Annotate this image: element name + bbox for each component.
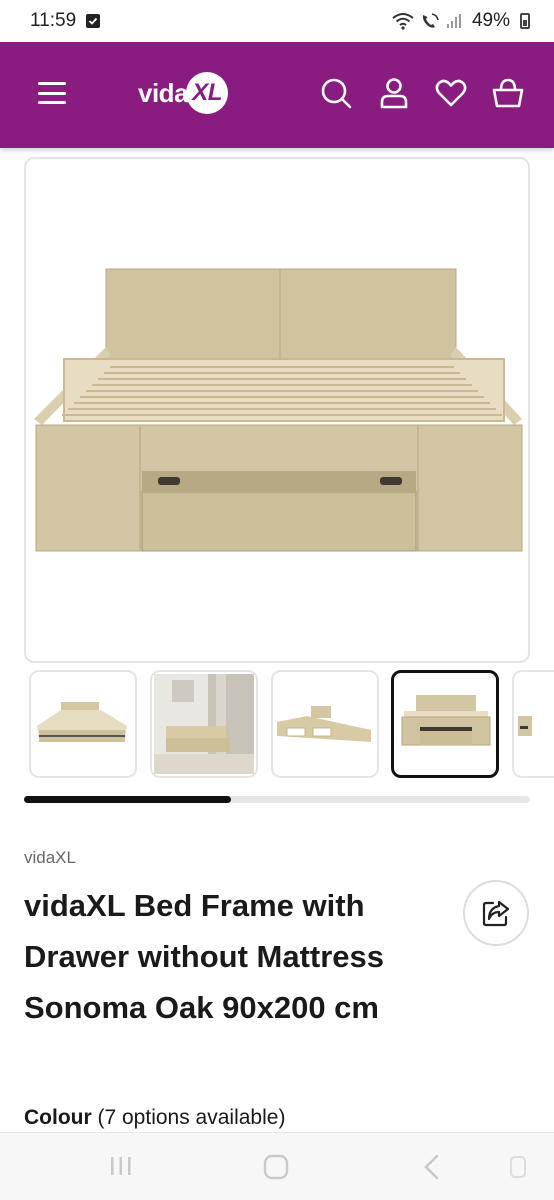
status-time: 11:59 [30, 10, 77, 31]
signal-icon [446, 14, 461, 28]
colour-options-count: (7 options available) [97, 1106, 286, 1129]
product-main-image[interactable] [24, 157, 530, 663]
status-icons [392, 12, 462, 30]
colour-selector-label: Colour (7 options available) [24, 1106, 285, 1130]
thumbnail-3[interactable] [271, 670, 379, 778]
share-icon [482, 900, 510, 927]
cart-basket-icon[interactable] [491, 76, 525, 110]
battery-percent: 49% [471, 10, 510, 31]
product-title-line: vidaXL Bed Frame with [24, 888, 365, 923]
thumbnail-5[interactable] [512, 670, 554, 778]
system-nav-bar [0, 1132, 554, 1200]
share-button[interactable] [463, 880, 529, 946]
thumbnail-1[interactable] [29, 670, 137, 778]
account-icon[interactable] [377, 76, 411, 110]
logo-text: vida [138, 77, 189, 108]
checkbox-notification-icon [86, 14, 101, 28]
app-header: vida XL [0, 42, 554, 148]
search-icon[interactable] [319, 76, 353, 110]
recent-apps-icon[interactable] [108, 1153, 134, 1184]
back-icon[interactable] [420, 1153, 444, 1186]
gallery-scroll-progress [24, 796, 232, 803]
logo-badge: XL [186, 72, 229, 114]
status-bar: 11:59 49% [0, 0, 554, 42]
vidaxl-logo[interactable]: vida XL [138, 72, 229, 114]
product-title-line: Sonoma Oak 90x200 cm [24, 990, 379, 1025]
wifi-icon [392, 13, 414, 30]
wifi-call-icon [422, 13, 439, 28]
colour-label: Colour [24, 1106, 92, 1129]
thumbnail-strip[interactable] [29, 670, 554, 780]
wishlist-heart-icon[interactable] [434, 76, 468, 110]
product-brand[interactable]: vidaXL [24, 848, 76, 868]
bed-frame-illustration [34, 268, 523, 552]
thumbnail-2[interactable] [150, 670, 258, 778]
product-title-line: Drawer without Mattress [24, 939, 385, 974]
assistant-icon[interactable] [508, 1153, 528, 1186]
battery-icon [520, 13, 530, 29]
gallery-scroll-indicator [24, 796, 530, 803]
thumbnail-4-active[interactable] [391, 670, 499, 778]
status-right: 49% [392, 10, 530, 32]
status-left: 11:59 [30, 10, 101, 32]
product-title: vidaXL Bed Frame with Drawer without Mat… [24, 880, 444, 1033]
home-icon[interactable] [262, 1153, 290, 1186]
menu-icon[interactable] [38, 82, 66, 104]
